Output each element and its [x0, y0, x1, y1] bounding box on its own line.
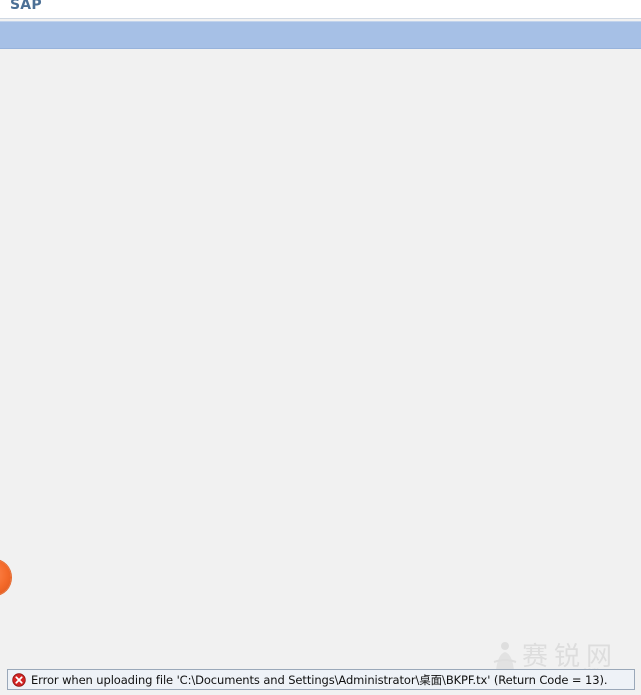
title-bar: SAP	[0, 0, 641, 19]
sap-window: SAP 赛锐网 .com Error when uploading file '…	[0, 0, 641, 695]
main-content-area	[0, 49, 641, 668]
application-toolbar	[0, 21, 641, 49]
app-title: SAP	[10, 0, 42, 13]
error-icon	[12, 672, 26, 687]
status-message: Error when uploading file 'C:\Documents …	[31, 672, 608, 687]
status-bar[interactable]: Error when uploading file 'C:\Documents …	[7, 669, 635, 690]
